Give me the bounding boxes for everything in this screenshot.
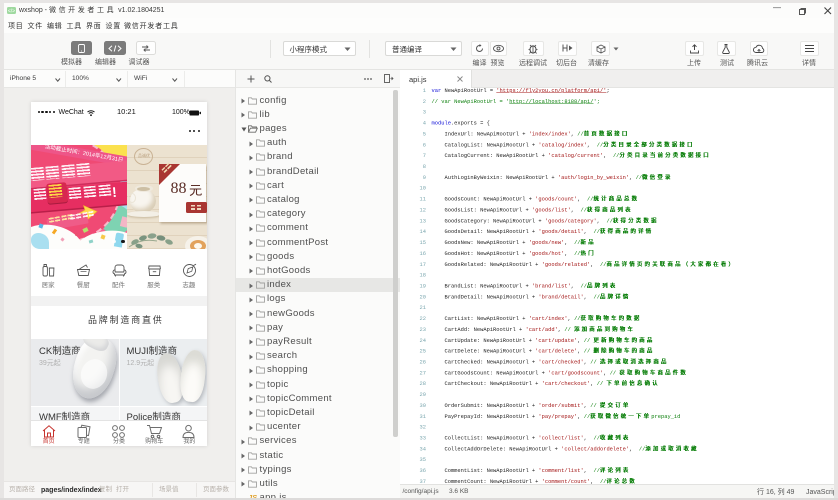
svg-text:</>: </>: [8, 9, 15, 15]
